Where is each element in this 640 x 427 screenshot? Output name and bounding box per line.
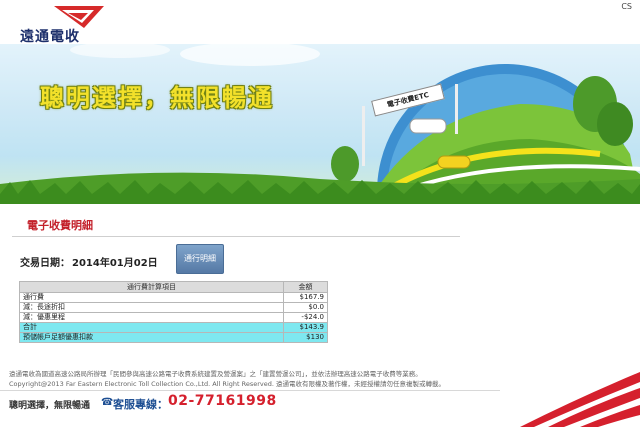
- footer-divider: [0, 390, 500, 391]
- fee-item: 減：長途折扣: [19, 302, 284, 313]
- logo-mark-icon: [54, 6, 104, 28]
- total-label: 合計: [19, 322, 284, 333]
- fee-item: 通行費: [19, 292, 284, 303]
- table-row: 減：優惠里程 -$24.0: [19, 312, 328, 323]
- header: 遠通電收 CS: [0, 0, 640, 45]
- brand-name: 遠通電收: [20, 29, 80, 45]
- fee-table: 通行費計算項目 金額 通行費 $167.9 減：長途折扣 $0.0 減：優惠里程…: [19, 281, 328, 343]
- fee-amount: $0.0: [283, 302, 328, 313]
- fee-amount: -$24.0: [283, 312, 328, 323]
- date-value: 2014年01月02日: [72, 258, 158, 269]
- hotline-number[interactable]: 02-77161998: [168, 393, 277, 409]
- transaction-date: 交易日期： 2014年01月02日: [20, 254, 160, 269]
- column-header-amount: 金額: [283, 281, 328, 293]
- phone-icon: ☎: [101, 397, 114, 408]
- prepaid-deduction-label: 預儲帳戶足額優惠扣款: [19, 332, 284, 343]
- date-label: 交易日期：: [20, 258, 70, 269]
- brand-logo[interactable]: 遠通電收: [18, 6, 128, 45]
- banner-slogan: 聰明選擇，無限暢通: [40, 84, 274, 112]
- prepaid-deduction-row: 預儲帳戶足額優惠扣款 $130: [19, 332, 328, 343]
- transit-detail-button[interactable]: 通行明細: [176, 244, 224, 274]
- prepaid-deduction-amount: $130: [283, 332, 328, 343]
- cs-link[interactable]: CS: [621, 2, 632, 11]
- footer-copyright: Copyright@2013 Far Eastern Electronic To…: [9, 380, 445, 388]
- total-amount: $143.9: [283, 322, 328, 333]
- footer-slogan: 聰明選擇，無限暢通: [9, 401, 91, 411]
- column-header-item: 通行費計算項目: [19, 281, 284, 293]
- fee-amount: $167.9: [283, 292, 328, 303]
- banner-illustration: [0, 44, 640, 204]
- page-title: 電子收費明細: [27, 219, 93, 232]
- corner-stripes-decoration: [520, 372, 640, 427]
- table-header-row: 通行費計算項目 金額: [19, 281, 328, 293]
- fee-item: 減：優惠里程: [19, 312, 284, 323]
- table-row: 減：長途折扣 $0.0: [19, 302, 328, 313]
- footer-legal: 遠通電收為國道高速公路局所辦理「民間參與高速公路電子收費系統建置及營運案」之「建…: [9, 369, 445, 389]
- title-divider: [12, 236, 460, 237]
- footer-line-1: 遠通電收為國道高速公路局所辦理「民間參與高速公路電子收費系統建置及營運案」之「建…: [9, 370, 422, 378]
- hero-banner: 聰明選擇，無限暢通 電子收費ETC: [0, 44, 640, 204]
- table-row: 通行費 $167.9: [19, 292, 328, 303]
- total-row: 合計 $143.9: [19, 322, 328, 333]
- hotline-label: 客服專線：: [113, 398, 168, 411]
